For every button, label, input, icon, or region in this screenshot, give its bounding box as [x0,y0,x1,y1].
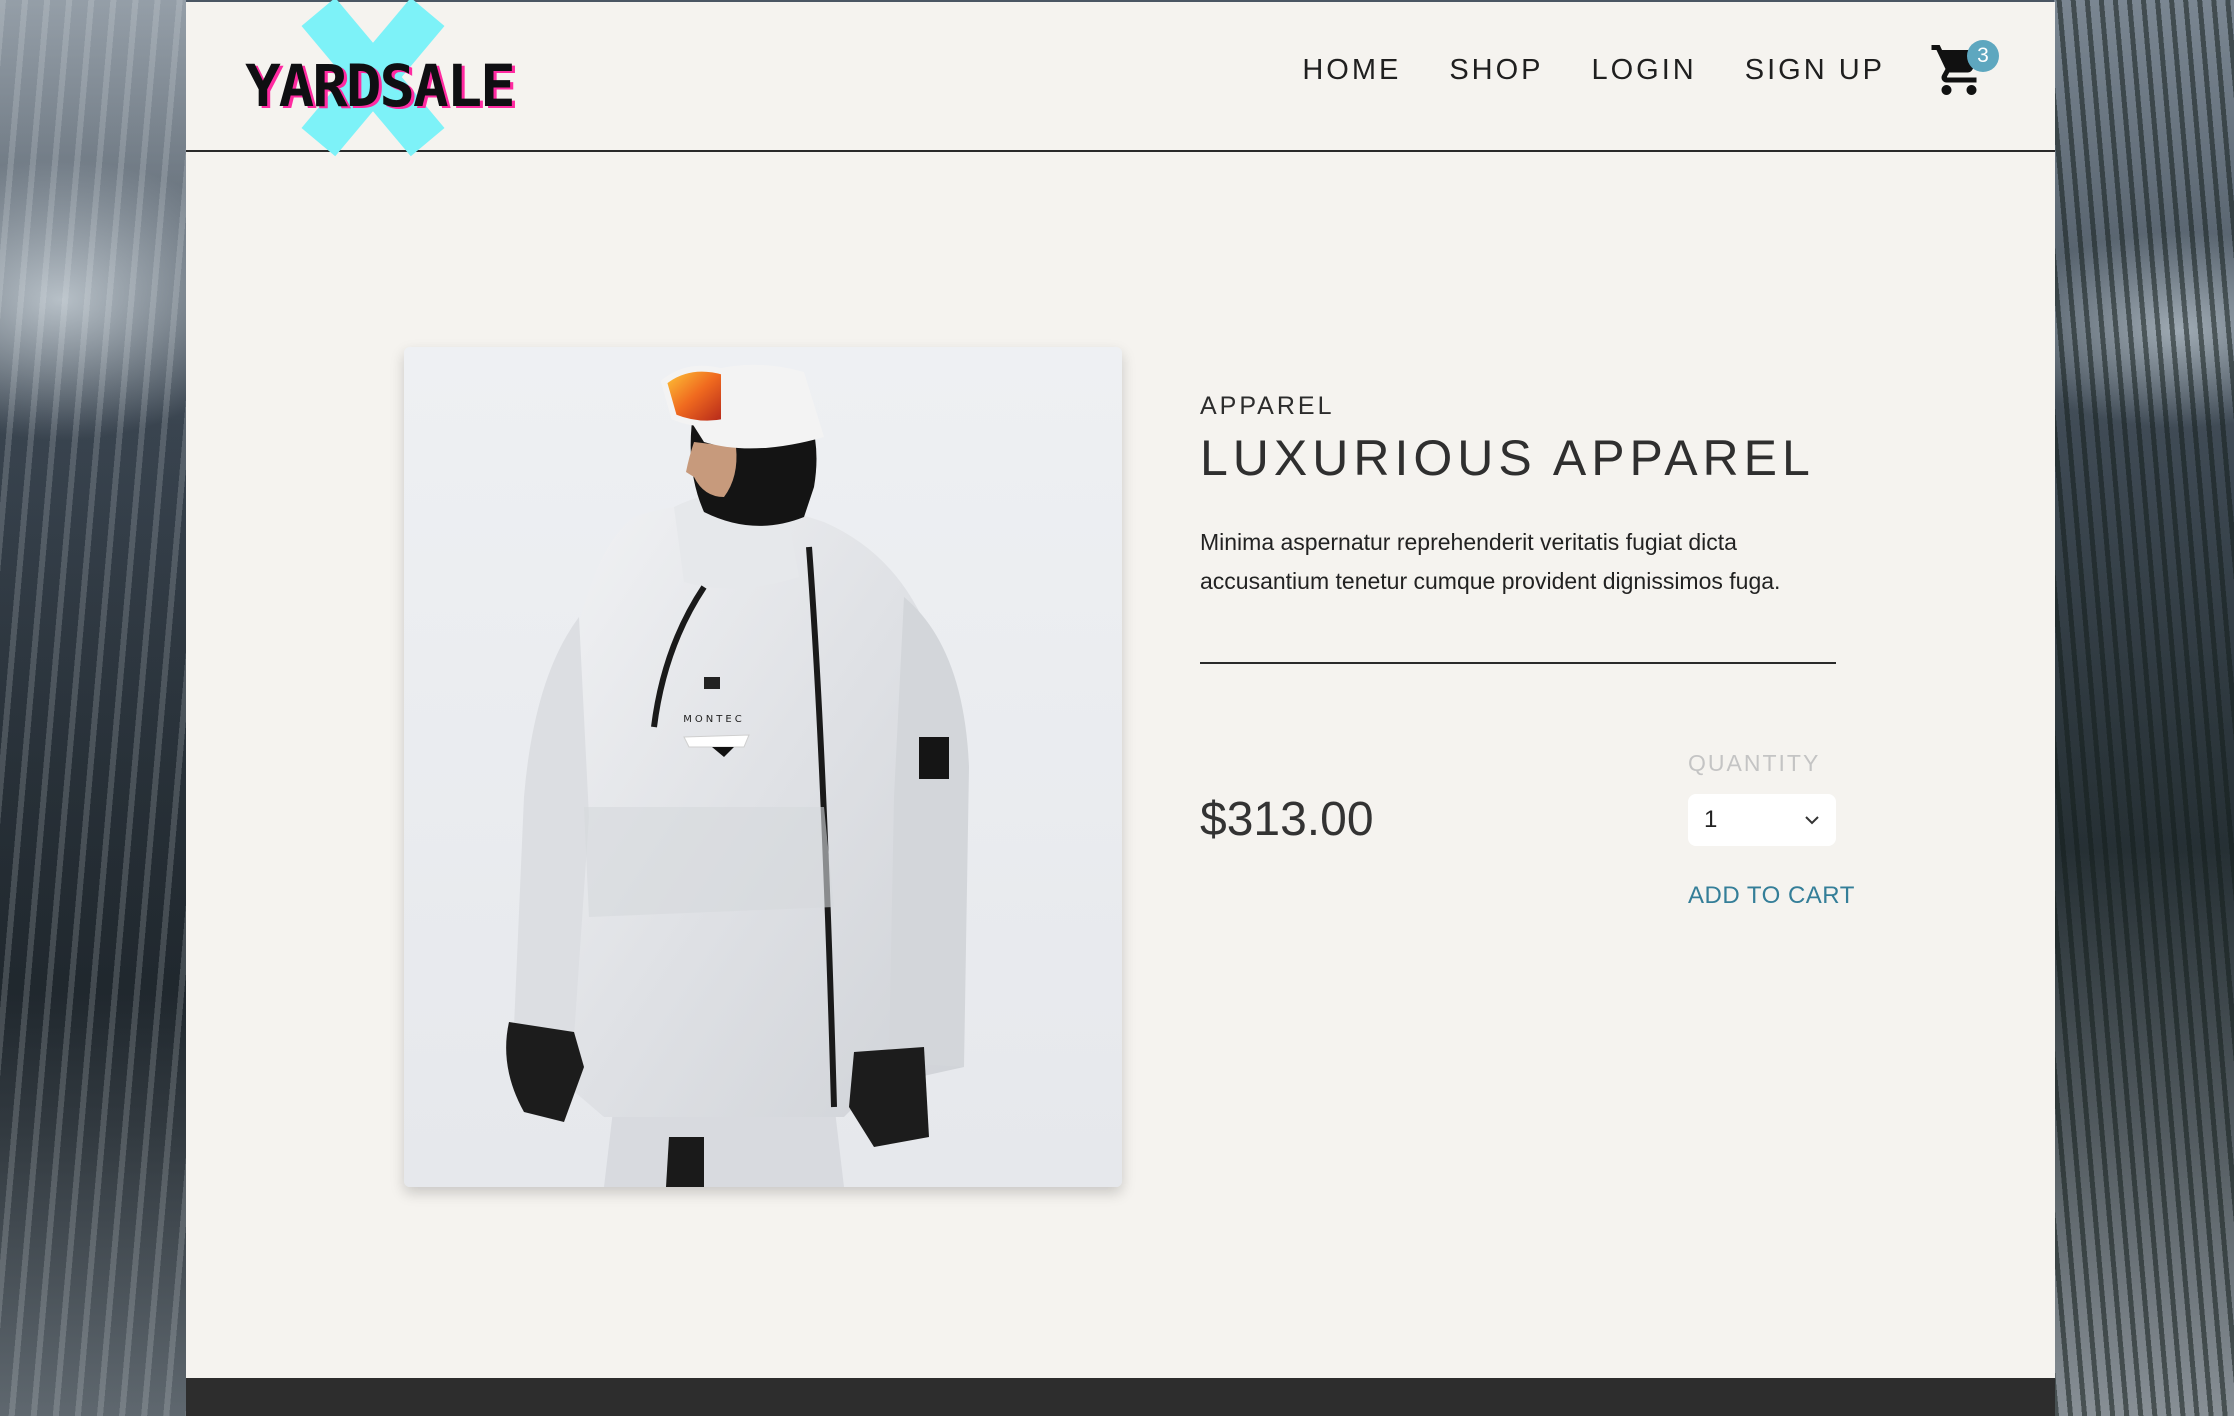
cart-count-badge: 3 [1967,40,1999,72]
quantity-select[interactable]: 1 [1688,794,1836,846]
nav-home-link[interactable]: HOME [1302,54,1401,87]
product-photo: MONTEC [404,347,1122,1187]
product-description: Minima aspernatur reprehenderit veritati… [1200,529,1781,594]
background-trees-right [2054,0,2234,1416]
logo-text: YARDSALE [245,52,516,120]
product-category: APPAREL [1200,392,1335,420]
footer-bar [186,1378,2055,1416]
quantity-label: QUANTITY [1688,750,1821,776]
product-price: $313.00 [1200,793,1374,846]
product-info: APPAREL LUXURIOUS APPAREL Minima asperna… [1200,392,1840,601]
nav-signup-link[interactable]: SIGN UP [1745,54,1885,87]
quantity-value: 1 [1704,806,1718,833]
chevron-down-icon [1805,816,1819,825]
brand-logo[interactable]: YARDSALE [245,18,538,138]
nav-login-link[interactable]: LOGIN [1592,54,1697,87]
cart-button[interactable]: 3 [1929,40,1999,104]
jacket-brand-text: MONTEC [683,714,744,725]
product-image: MONTEC [404,347,1122,1187]
nav-shop-link[interactable]: SHOP [1449,54,1543,87]
background-trees-left [0,0,186,1416]
product-title: LUXURIOUS APPAREL [1200,430,1815,486]
add-to-cart-button[interactable]: ADD TO CART [1688,882,1855,910]
top-navbar: YARDSALE HOME SHOP LOGIN SIGN UP 3 [186,2,2055,152]
main-nav: HOME SHOP LOGIN SIGN UP [1302,54,1885,87]
info-divider [1200,662,1836,664]
